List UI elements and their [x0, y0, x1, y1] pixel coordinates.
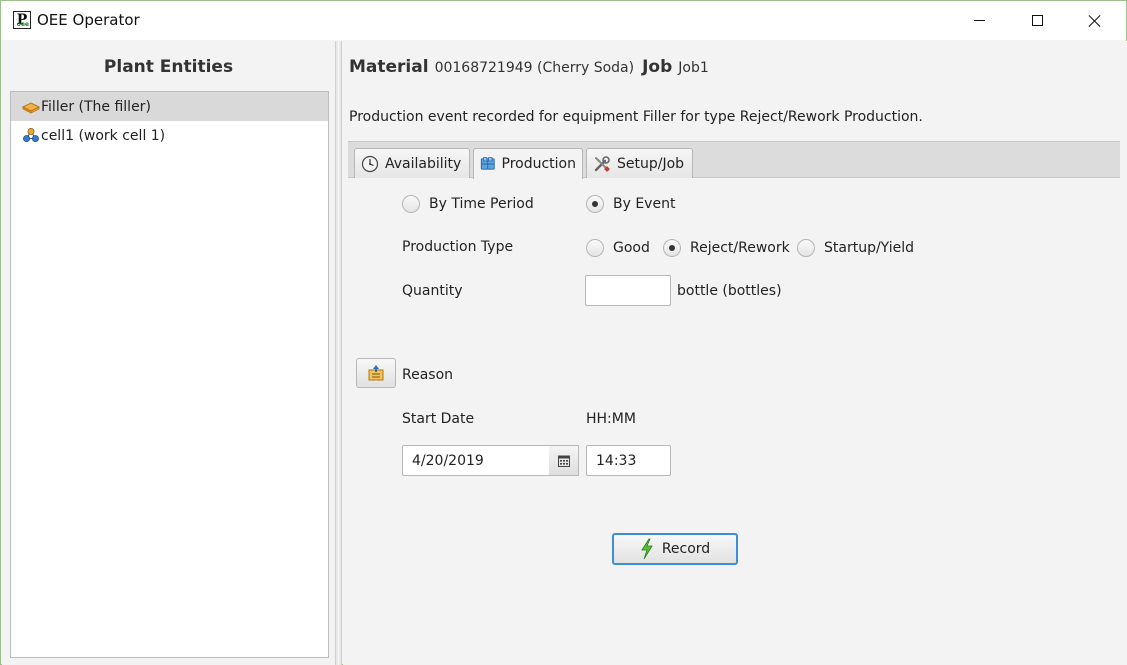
tree-item-label: Filler (The filler)	[41, 98, 151, 115]
material-label: Material	[349, 57, 429, 77]
radio-circle[interactable]	[663, 239, 681, 257]
radio-by-time-period[interactable]: By Time Period	[402, 195, 534, 213]
radio-type-startup-yield[interactable]: Startup/Yield	[797, 239, 914, 257]
plant-entities-title: Plant Entities	[103, 57, 234, 77]
radio-label: By Time Period	[429, 196, 534, 212]
start-date-input[interactable]	[402, 445, 550, 476]
radio-type-good[interactable]: Good	[586, 239, 650, 257]
window-title: OEE Operator	[37, 11, 140, 29]
tab-availability[interactable]: Availability	[354, 148, 470, 178]
app-logo-icon: Poee	[13, 11, 31, 29]
record-button[interactable]: Record	[612, 533, 738, 565]
tab-setup-job[interactable]: Setup/Job	[586, 148, 693, 178]
job-label: Job	[642, 57, 673, 77]
minimize-button[interactable]	[956, 1, 1002, 40]
clock-icon	[361, 155, 379, 172]
maximize-icon	[1031, 15, 1043, 26]
material-value: 00168721949 (Cherry Soda)	[434, 60, 635, 76]
tree-item-filler[interactable]: Filler (The filler)	[11, 92, 328, 121]
date-picker-button[interactable]	[549, 445, 579, 476]
tab-bar: Availability Production Setup/Job	[348, 141, 1120, 179]
tab-label: Availability	[385, 155, 462, 172]
tab-production[interactable]: Production	[473, 148, 583, 179]
reason-label: Reason	[402, 367, 454, 383]
radio-by-event[interactable]: By Event	[586, 195, 675, 213]
production-icon	[480, 157, 495, 170]
status-message: Production event recorded for equipment …	[349, 109, 923, 125]
radio-type-reject-rework[interactable]: Reject/Rework	[663, 239, 790, 257]
work-cell-icon	[23, 127, 39, 143]
radio-circle[interactable]	[797, 239, 815, 257]
lightning-icon	[641, 538, 653, 560]
equipment-icon	[21, 102, 41, 114]
quantity-label: Quantity	[402, 283, 463, 299]
radio-circle[interactable]	[586, 195, 604, 213]
plant-entities-pane: Plant Entities Filler (The filler) cell1…	[2, 41, 335, 665]
title-bar: Poee OEE Operator	[1, 1, 1126, 40]
tree-item-label: cell1 (work cell 1)	[41, 127, 166, 144]
radio-label: Reject/Rework	[690, 240, 790, 256]
minimize-icon	[973, 20, 985, 21]
tools-icon	[594, 155, 610, 172]
production-type-label: Production Type	[402, 239, 514, 255]
radio-label: Startup/Yield	[824, 240, 915, 256]
plant-entities-tree[interactable]: Filler (The filler) cell1 (work cell 1)	[10, 91, 329, 658]
job-value: Job1	[678, 60, 709, 76]
close-button[interactable]	[1072, 1, 1118, 40]
start-date-label: Start Date	[402, 411, 475, 427]
tree-item-cell1[interactable]: cell1 (work cell 1)	[11, 121, 328, 150]
reason-button[interactable]	[356, 358, 396, 388]
app-window: Poee OEE Operator Plant Entities Filler …	[0, 0, 1127, 665]
maximize-button[interactable]	[1014, 1, 1060, 40]
pane-splitter[interactable]	[335, 41, 342, 665]
radio-circle[interactable]	[586, 239, 604, 257]
quantity-input[interactable]	[585, 275, 671, 306]
tab-label: Setup/Job	[617, 155, 685, 172]
radio-label: Good	[613, 240, 650, 256]
calendar-icon	[557, 455, 570, 467]
reason-icon	[368, 365, 384, 381]
start-time-input[interactable]	[586, 445, 671, 476]
quantity-unit: bottle (bottles)	[677, 283, 782, 299]
close-icon	[1088, 14, 1102, 28]
tab-label: Production	[501, 156, 576, 172]
radio-label: By Event	[613, 196, 676, 212]
time-format-label: HH:MM	[586, 411, 636, 427]
material-job-header: Material 00168721949 (Cherry Soda) Job J…	[349, 57, 717, 77]
production-form: By Time Period By Event Production Type …	[343, 178, 1127, 658]
radio-circle[interactable]	[402, 195, 420, 213]
record-label: Record	[661, 541, 711, 557]
operator-pane: Material 00168721949 (Cherry Soda) Job J…	[343, 41, 1127, 665]
